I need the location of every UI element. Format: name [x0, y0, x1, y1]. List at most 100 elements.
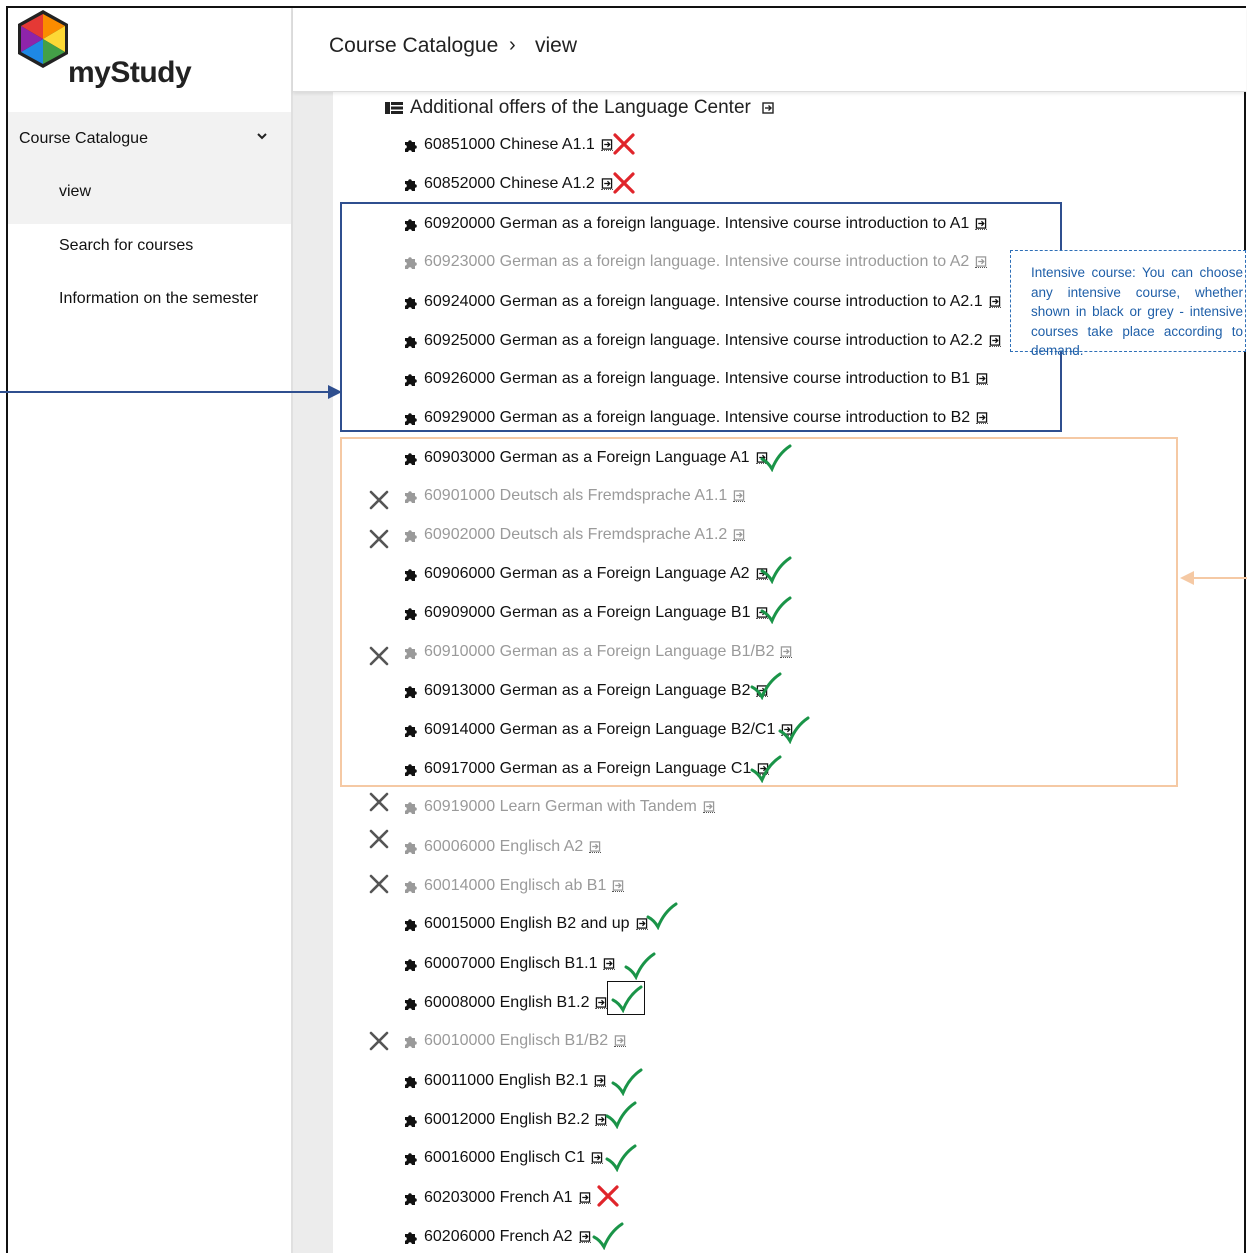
- course-label[interactable]: 60920000 German as a foreign language. I…: [424, 215, 969, 233]
- course-label[interactable]: 60913000 German as a Foreign Language B2: [424, 682, 750, 700]
- course-label[interactable]: 60909000 German as a Foreign Language B1: [424, 604, 750, 622]
- course-label[interactable]: 60852000 Chinese A1.2: [424, 175, 595, 193]
- course-row[interactable]: 60914000 German as a Foreign Language B2…: [403, 719, 794, 741]
- external-link-icon[interactable]: [762, 102, 774, 114]
- external-link-icon[interactable]: [733, 490, 746, 502]
- breadcrumb-course-catalogue[interactable]: Course Catalogue: [329, 34, 498, 58]
- course-label[interactable]: 60919000 Learn German with Tandem: [424, 798, 697, 816]
- external-link-icon[interactable]: [975, 256, 988, 268]
- external-link-icon[interactable]: [594, 1075, 607, 1087]
- course-label[interactable]: 60906000 German as a Foreign Language A2: [424, 565, 750, 583]
- course-row[interactable]: 60925000 German as a foreign language. I…: [403, 330, 1001, 352]
- course-label[interactable]: 60910000 German as a Foreign Language B1…: [424, 643, 774, 661]
- course-label[interactable]: 60016000 Englisch C1: [424, 1149, 585, 1167]
- course-row[interactable]: 60917000 German as a Foreign Language C1: [403, 758, 770, 780]
- course-row[interactable]: 60920000 German as a foreign language. I…: [403, 213, 988, 235]
- cross-red-icon: [613, 133, 635, 155]
- course-row[interactable]: 60913000 German as a Foreign Language B2: [403, 680, 769, 702]
- external-link-icon[interactable]: [595, 997, 608, 1009]
- course-label[interactable]: 60926000 German as a foreign language. I…: [424, 370, 970, 388]
- course-label[interactable]: 60206000 French A2: [424, 1228, 573, 1246]
- course-label[interactable]: 60014000 Englisch ab B1: [424, 877, 606, 895]
- external-link-icon[interactable]: [614, 1035, 627, 1047]
- course-row[interactable]: 60926000 German as a foreign language. I…: [403, 368, 989, 390]
- folder-tree-icon: [385, 102, 403, 114]
- course-label[interactable]: 60902000 Deutsch als Fremdsprache A1.2: [424, 526, 727, 544]
- external-link-icon[interactable]: [578, 1192, 591, 1204]
- course-row[interactable]: 60016000 Englisch C1: [403, 1147, 604, 1169]
- course-row[interactable]: 60923000 German as a foreign language. I…: [403, 251, 988, 273]
- external-link-icon[interactable]: [780, 646, 793, 658]
- course-row[interactable]: 60008000 English B1.2: [403, 992, 608, 1014]
- puzzle-icon: [405, 1076, 417, 1088]
- course-label[interactable]: 60006000 Englisch A2: [424, 838, 583, 856]
- external-link-icon[interactable]: [733, 529, 746, 541]
- course-row[interactable]: 60902000 Deutsch als Fremdsprache A1.2: [403, 524, 746, 546]
- course-label[interactable]: 60924000 German as a foreign language. I…: [424, 293, 983, 311]
- external-link-icon[interactable]: [976, 373, 989, 385]
- check-icon: [611, 985, 643, 1013]
- course-label[interactable]: 60012000 English B2.2: [424, 1111, 589, 1129]
- external-link-icon[interactable]: [603, 958, 616, 970]
- course-row[interactable]: 60924000 German as a foreign language. I…: [403, 291, 1001, 313]
- course-row[interactable]: 60206000 French A2: [403, 1226, 591, 1248]
- external-link-icon[interactable]: [591, 1152, 604, 1164]
- external-link-icon[interactable]: [988, 335, 1001, 347]
- course-label[interactable]: 60901000 Deutsch als Fremdsprache A1.1: [424, 487, 727, 505]
- course-label[interactable]: 60203000 French A1: [424, 1189, 573, 1207]
- external-link-icon[interactable]: [988, 296, 1001, 308]
- external-link-icon[interactable]: [975, 218, 988, 230]
- course-row[interactable]: 60929000 German as a foreign language. I…: [403, 407, 989, 429]
- course-label[interactable]: 60851000 Chinese A1.1: [424, 136, 595, 154]
- external-link-icon[interactable]: [589, 841, 602, 853]
- sidebar-item-course-catalogue[interactable]: Course Catalogue: [19, 130, 148, 148]
- puzzle-icon: [405, 257, 417, 269]
- course-label[interactable]: 60925000 German as a foreign language. I…: [424, 332, 983, 350]
- cross-grey-icon: [369, 792, 389, 812]
- course-label[interactable]: 60015000 English B2 and up: [424, 915, 630, 933]
- course-label[interactable]: 60929000 German as a foreign language. I…: [424, 409, 970, 427]
- external-link-icon[interactable]: [600, 139, 613, 151]
- course-row[interactable]: 60851000 Chinese A1.1: [403, 134, 613, 156]
- external-link-icon[interactable]: [976, 412, 989, 424]
- course-row[interactable]: 60007000 Englisch B1.1: [403, 953, 616, 975]
- course-row[interactable]: 60919000 Learn German with Tandem: [403, 796, 715, 818]
- external-link-icon[interactable]: [612, 880, 625, 892]
- course-label[interactable]: 60011000 English B2.1: [424, 1072, 588, 1090]
- course-row[interactable]: 60015000 English B2 and up: [403, 913, 648, 935]
- check-icon: [624, 952, 656, 980]
- course-row[interactable]: 60906000 German as a Foreign Language A2: [403, 563, 768, 585]
- course-row[interactable]: 60006000 Englisch A2: [403, 836, 602, 858]
- content-gutter: [293, 92, 333, 1253]
- course-row[interactable]: 60909000 German as a Foreign Language B1: [403, 602, 769, 624]
- course-label[interactable]: 60007000 Englisch B1.1: [424, 955, 597, 973]
- puzzle-icon: [405, 1036, 417, 1048]
- course-label[interactable]: 60914000 German as a Foreign Language B2…: [424, 721, 775, 739]
- course-row[interactable]: 60203000 French A1: [403, 1187, 591, 1209]
- course-row[interactable]: 60011000 English B2.1: [403, 1070, 607, 1092]
- external-link-icon[interactable]: [702, 801, 715, 813]
- course-row[interactable]: 60014000 Englisch ab B1: [403, 875, 625, 897]
- course-row[interactable]: 60903000 German as a Foreign Language A1: [403, 447, 768, 469]
- sidebar-item-search-for-courses[interactable]: Search for courses: [59, 237, 193, 255]
- sidebar-item-view[interactable]: view: [59, 183, 91, 201]
- chevron-down-icon[interactable]: [255, 129, 269, 143]
- course-label[interactable]: 60903000 German as a Foreign Language A1: [424, 449, 750, 467]
- course-label[interactable]: 60010000 Englisch B1/B2: [424, 1032, 608, 1050]
- course-label[interactable]: 60008000 English B1.2: [424, 994, 589, 1012]
- page-header: Course Catalogue › view: [293, 8, 1246, 92]
- external-link-icon[interactable]: [578, 1231, 591, 1243]
- course-label[interactable]: 60917000 German as a Foreign Language C1: [424, 760, 751, 778]
- breadcrumb-view: view: [535, 34, 578, 57]
- external-link-icon[interactable]: [600, 178, 613, 190]
- course-row[interactable]: 60012000 English B2.2: [403, 1109, 608, 1131]
- sidebar-item-information-on-semester[interactable]: Information on the semester: [59, 290, 258, 308]
- course-row[interactable]: 60910000 German as a Foreign Language B1…: [403, 641, 793, 663]
- course-label[interactable]: 60923000 German as a foreign language. I…: [424, 253, 969, 271]
- puzzle-icon: [405, 297, 417, 309]
- course-row[interactable]: 60010000 Englisch B1/B2: [403, 1030, 627, 1052]
- course-row[interactable]: 60901000 Deutsch als Fremdsprache A1.1: [403, 485, 746, 507]
- sidebar: myStudy Course Catalogue view Search for…: [8, 8, 291, 1253]
- section-title[interactable]: Additional offers of the Language Center: [410, 97, 774, 119]
- course-row[interactable]: 60852000 Chinese A1.2: [403, 173, 613, 195]
